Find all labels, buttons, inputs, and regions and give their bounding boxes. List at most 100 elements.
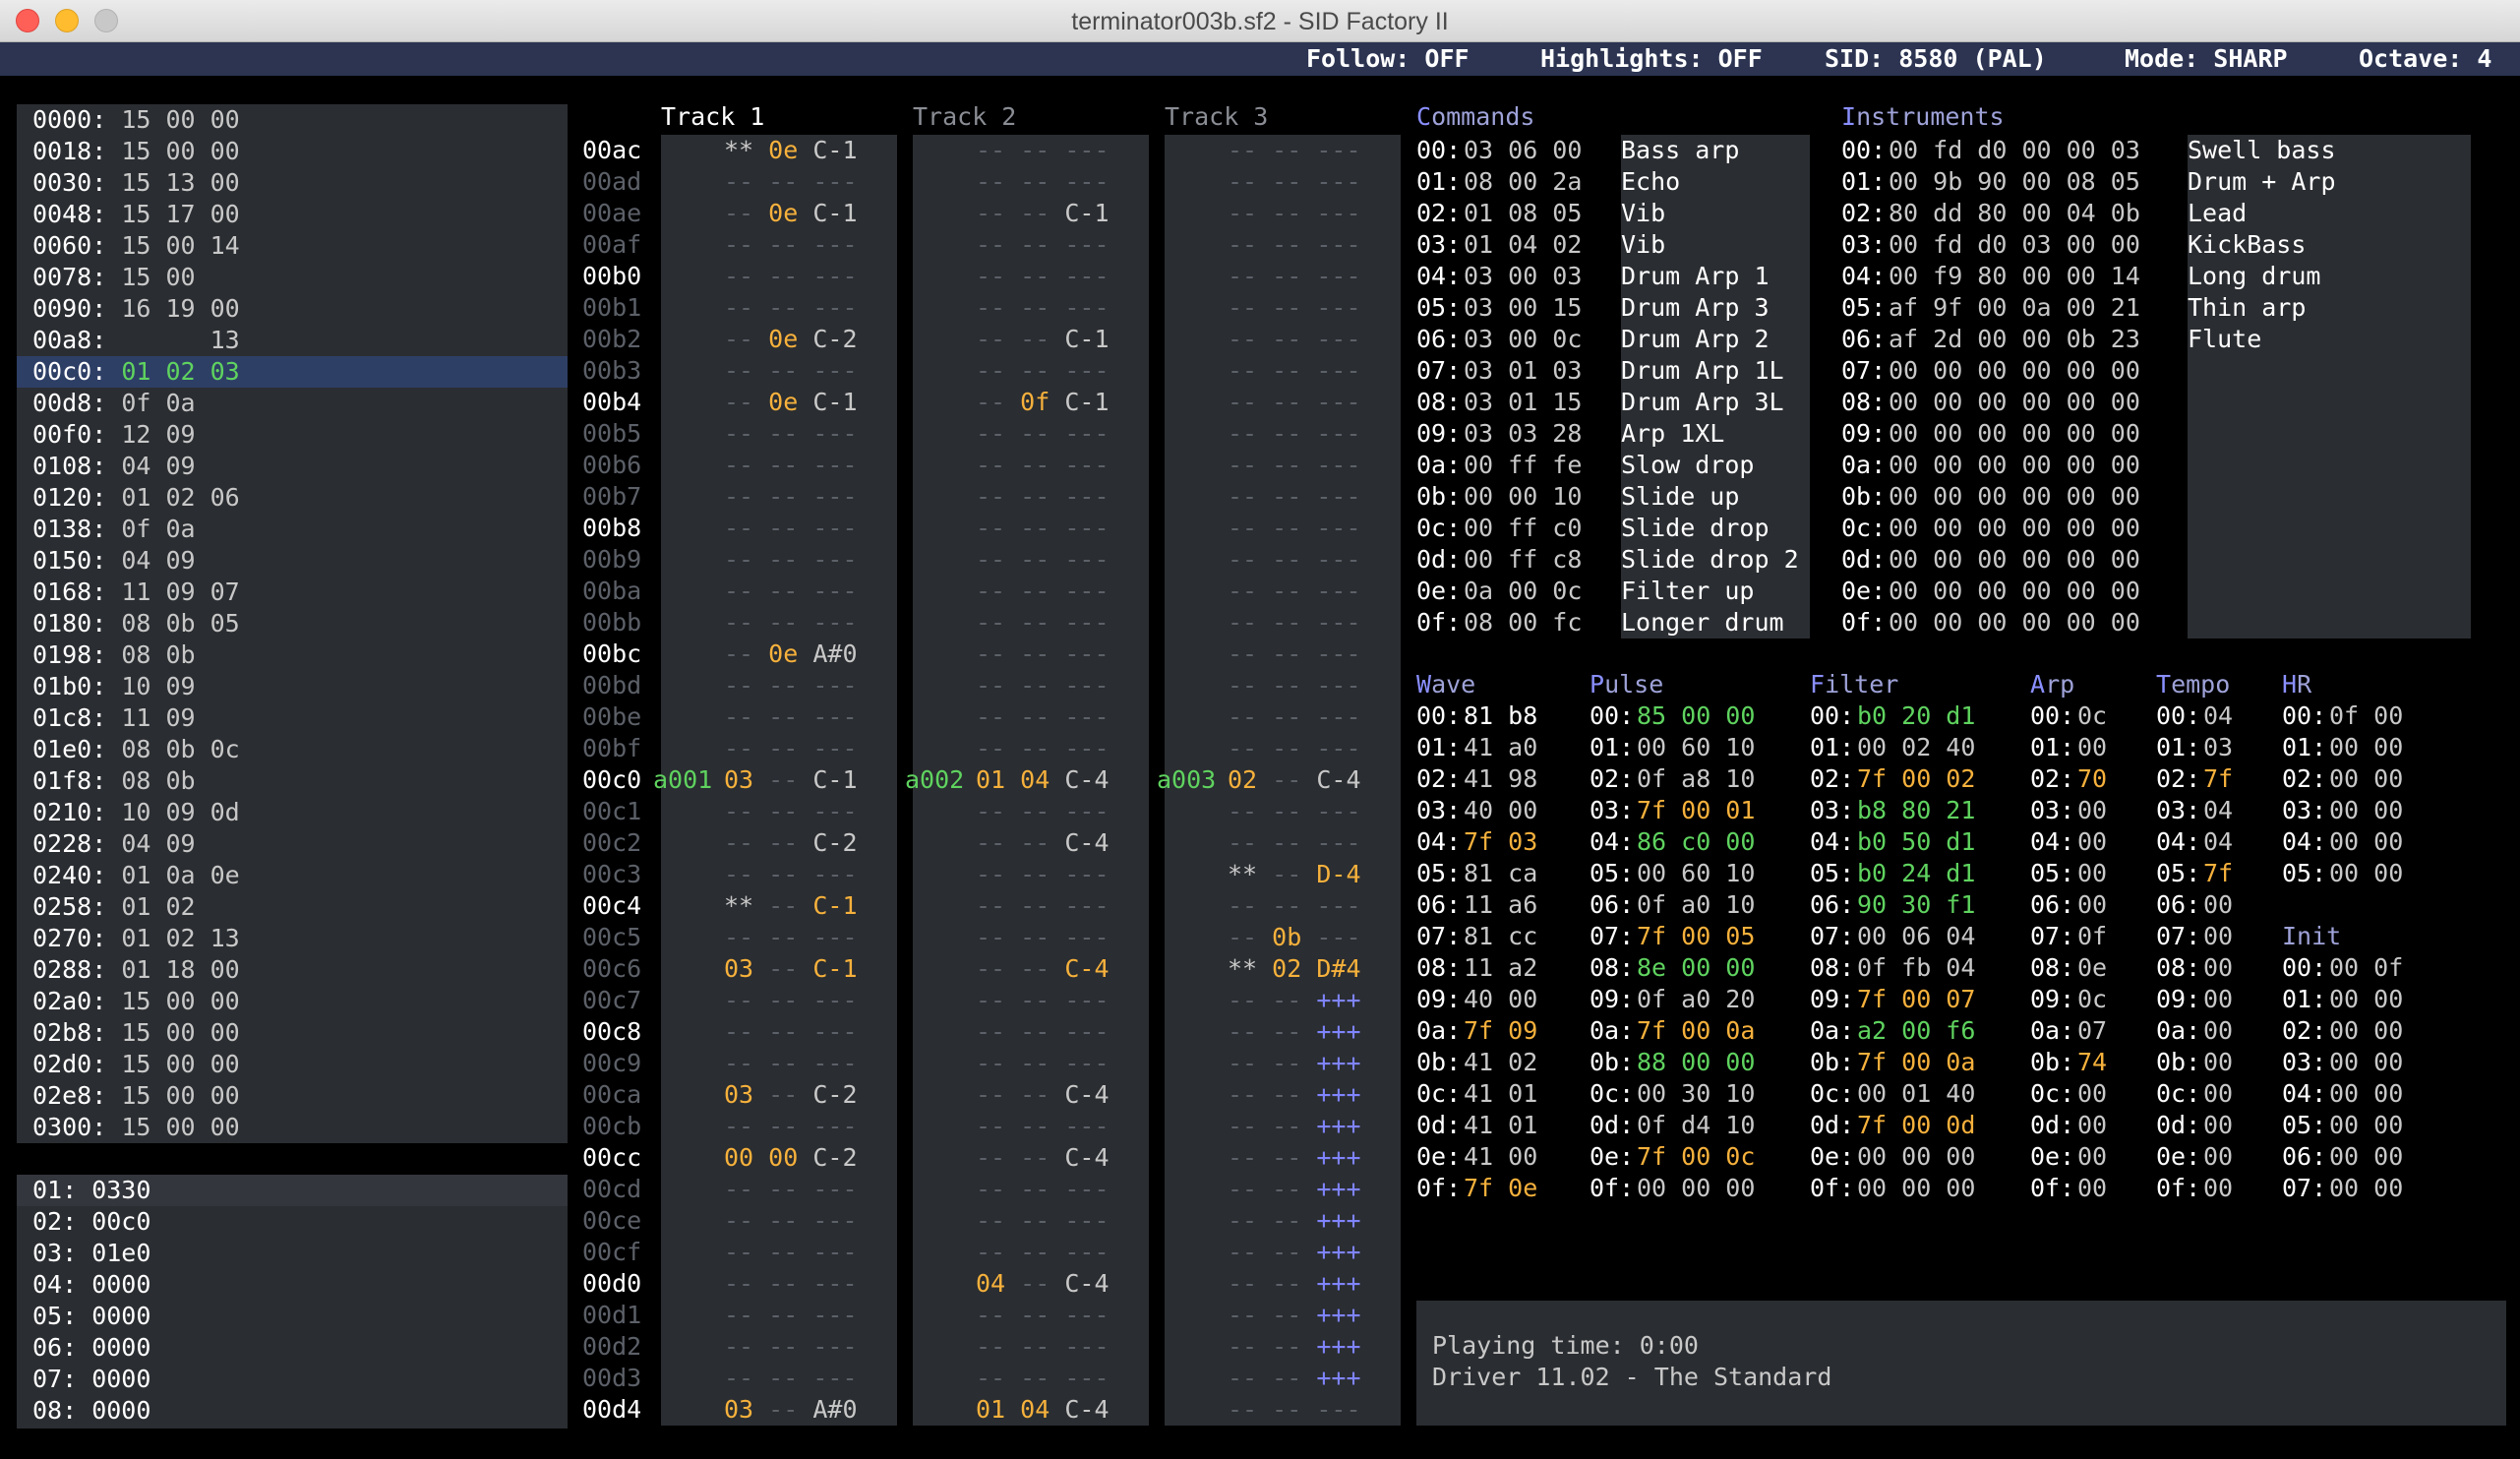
track-3-cell[interactable]: -- -- +++ xyxy=(1228,1331,1361,1363)
track-3-cell[interactable]: -- -- +++ xyxy=(1228,1300,1361,1331)
pulse-row-index[interactable]: 05: xyxy=(1590,858,1634,889)
command-name[interactable]: Vib xyxy=(1621,229,1665,261)
track-1-cell[interactable]: -- -- --- xyxy=(724,1111,858,1142)
track-3-cell[interactable]: -- -- +++ xyxy=(1228,1237,1361,1268)
wave-row-index[interactable]: 09: xyxy=(1416,984,1461,1015)
order-list-row[interactable]: 0030: 15 13 00 xyxy=(17,167,568,199)
order-list-row[interactable]: 0198: 08 0b xyxy=(17,639,568,671)
track-2-cell[interactable]: -- -- --- xyxy=(976,638,1110,670)
instrument-name[interactable]: Lead xyxy=(2188,198,2247,229)
track-1-cell[interactable]: -- -- --- xyxy=(724,670,858,701)
track-3-cell[interactable]: -- -- --- xyxy=(1228,355,1361,387)
command-name[interactable]: Filter up xyxy=(1621,576,1754,607)
pulse-row-value[interactable]: 00 00 00 xyxy=(1637,1173,1755,1204)
command-index[interactable]: 05: xyxy=(1416,292,1461,324)
track-1-cell[interactable]: -- 0e C-1 xyxy=(724,387,858,418)
track-3-cell[interactable]: -- -- --- xyxy=(1228,576,1361,607)
command-hex[interactable]: 00 ff c0 xyxy=(1464,513,1582,544)
track-1-cell[interactable]: -- -- --- xyxy=(724,985,858,1016)
order-list-row[interactable]: 00a8: 13 xyxy=(17,325,568,356)
arp-row-value[interactable]: 0e xyxy=(2077,952,2107,984)
track-2-cell[interactable]: -- -- --- xyxy=(976,922,1110,953)
arp-row-index[interactable]: 00: xyxy=(2030,700,2074,732)
instrument-index[interactable]: 05: xyxy=(1841,292,1886,324)
song-list-item[interactable]: 08: 0000 xyxy=(32,1395,150,1427)
tempo-row-index[interactable]: 0b: xyxy=(2156,1047,2200,1078)
order-list-row[interactable]: 0018: 15 00 00 xyxy=(17,136,568,167)
pulse-row-index[interactable]: 03: xyxy=(1590,795,1634,826)
instrument-index[interactable]: 0d: xyxy=(1841,544,1886,576)
track-3-cell[interactable]: -- -- --- xyxy=(1228,292,1361,324)
track-2-cell[interactable]: -- -- --- xyxy=(976,733,1110,764)
command-hex[interactable]: 03 00 0c xyxy=(1464,324,1582,355)
track-3-cell[interactable]: -- 0b --- xyxy=(1228,922,1361,953)
filter-row-index[interactable]: 0a: xyxy=(1810,1015,1854,1047)
command-index[interactable]: 0f: xyxy=(1416,607,1461,638)
track-1-cell[interactable]: -- -- --- xyxy=(724,1174,858,1205)
order-list-row[interactable]: 02e8: 15 00 00 xyxy=(17,1080,568,1112)
filter-row-index[interactable]: 01: xyxy=(1810,732,1854,763)
tempo-row-index[interactable]: 0d: xyxy=(2156,1110,2200,1141)
tempo-row-value[interactable]: 00 xyxy=(2203,1141,2233,1173)
sid-model-status[interactable]: SID: 8580 (PAL) xyxy=(1825,42,2047,76)
track-3-cell[interactable]: ** 02 D#4 xyxy=(1228,953,1361,985)
filter-row-index[interactable]: 0e: xyxy=(1810,1141,1854,1173)
hr-row-index[interactable]: 05: xyxy=(2282,858,2326,889)
init-row-index[interactable]: 06: xyxy=(2282,1141,2326,1173)
instrument-index[interactable]: 01: xyxy=(1841,166,1886,198)
order-list-row[interactable]: 0228: 04 09 xyxy=(17,828,568,860)
filter-row-value[interactable]: 00 00 00 xyxy=(1857,1141,1975,1173)
command-name[interactable]: Bass arp xyxy=(1621,135,1739,166)
track-3-cell[interactable]: -- -- +++ xyxy=(1228,1142,1361,1174)
filter-row-index[interactable]: 08: xyxy=(1810,952,1854,984)
command-name[interactable]: Vib xyxy=(1621,198,1665,229)
wave-row-index[interactable]: 02: xyxy=(1416,763,1461,795)
order-list-row[interactable]: 0120: 01 02 06 xyxy=(17,482,568,514)
track-3-cell[interactable]: -- -- --- xyxy=(1228,670,1361,701)
order-list-row[interactable]: 0168: 11 09 07 xyxy=(17,577,568,608)
track-1-cell[interactable]: -- -- --- xyxy=(724,1331,858,1363)
track-1-cell[interactable]: -- -- --- xyxy=(724,922,858,953)
command-hex[interactable]: 0a 00 0c xyxy=(1464,576,1582,607)
pulse-row-value[interactable]: 88 00 00 xyxy=(1637,1047,1755,1078)
track-1-cell[interactable]: -- -- --- xyxy=(724,733,858,764)
track-2-cell[interactable]: -- -- C-1 xyxy=(976,198,1110,229)
command-hex[interactable]: 00 ff c8 xyxy=(1464,544,1582,576)
tempo-row-value[interactable]: 00 xyxy=(2203,1047,2233,1078)
track-1-cell[interactable]: -- -- --- xyxy=(724,513,858,544)
filter-row-value[interactable]: 7f 00 02 xyxy=(1857,763,1975,795)
command-hex[interactable]: 00 00 10 xyxy=(1464,481,1582,513)
command-index[interactable]: 0c: xyxy=(1416,513,1461,544)
track-3-cell[interactable]: -- -- +++ xyxy=(1228,1016,1361,1048)
wave-row-value[interactable]: 7f 0e xyxy=(1464,1173,1537,1204)
command-index[interactable]: 03: xyxy=(1416,229,1461,261)
arp-row-value[interactable]: 74 xyxy=(2077,1047,2107,1078)
track-3-cell[interactable]: -- -- +++ xyxy=(1228,1079,1361,1111)
track-1-cell[interactable]: -- -- --- xyxy=(724,261,858,292)
init-row-index[interactable]: 05: xyxy=(2282,1110,2326,1141)
track-1-cell[interactable]: 03 -- C-2 xyxy=(724,1079,858,1111)
order-list-row[interactable]: 01c8: 11 09 xyxy=(17,702,568,734)
command-name[interactable]: Drum Arp 1L xyxy=(1621,355,1784,387)
tempo-row-index[interactable]: 04: xyxy=(2156,826,2200,858)
wave-row-value[interactable]: 81 b8 xyxy=(1464,700,1537,732)
track-1-cell[interactable]: -- -- --- xyxy=(724,1016,858,1048)
tempo-row-index[interactable]: 06: xyxy=(2156,889,2200,921)
pulse-row-index[interactable]: 02: xyxy=(1590,763,1634,795)
track-3-cell[interactable]: -- -- --- xyxy=(1228,701,1361,733)
track-2-cell[interactable]: 01 04 C-4 xyxy=(976,1394,1110,1426)
wave-row-index[interactable]: 0d: xyxy=(1416,1110,1461,1141)
pulse-row-index[interactable]: 07: xyxy=(1590,921,1634,952)
track-1-cell[interactable]: -- 0e A#0 xyxy=(724,638,858,670)
arp-row-index[interactable]: 0a: xyxy=(2030,1015,2074,1047)
command-hex[interactable]: 03 01 03 xyxy=(1464,355,1582,387)
init-row-index[interactable]: 03: xyxy=(2282,1047,2326,1078)
command-index[interactable]: 02: xyxy=(1416,198,1461,229)
track-2-title[interactable]: Track 2 xyxy=(913,101,1016,133)
init-row-value[interactable]: 00 00 xyxy=(2329,984,2403,1015)
pulse-row-value[interactable]: 00 30 10 xyxy=(1637,1078,1755,1110)
command-name[interactable]: Longer drum xyxy=(1621,607,1784,638)
track-1-cell[interactable]: -- 0e C-1 xyxy=(724,198,858,229)
tempo-row-index[interactable]: 05: xyxy=(2156,858,2200,889)
order-list-row[interactable]: 0270: 01 02 13 xyxy=(17,923,568,954)
